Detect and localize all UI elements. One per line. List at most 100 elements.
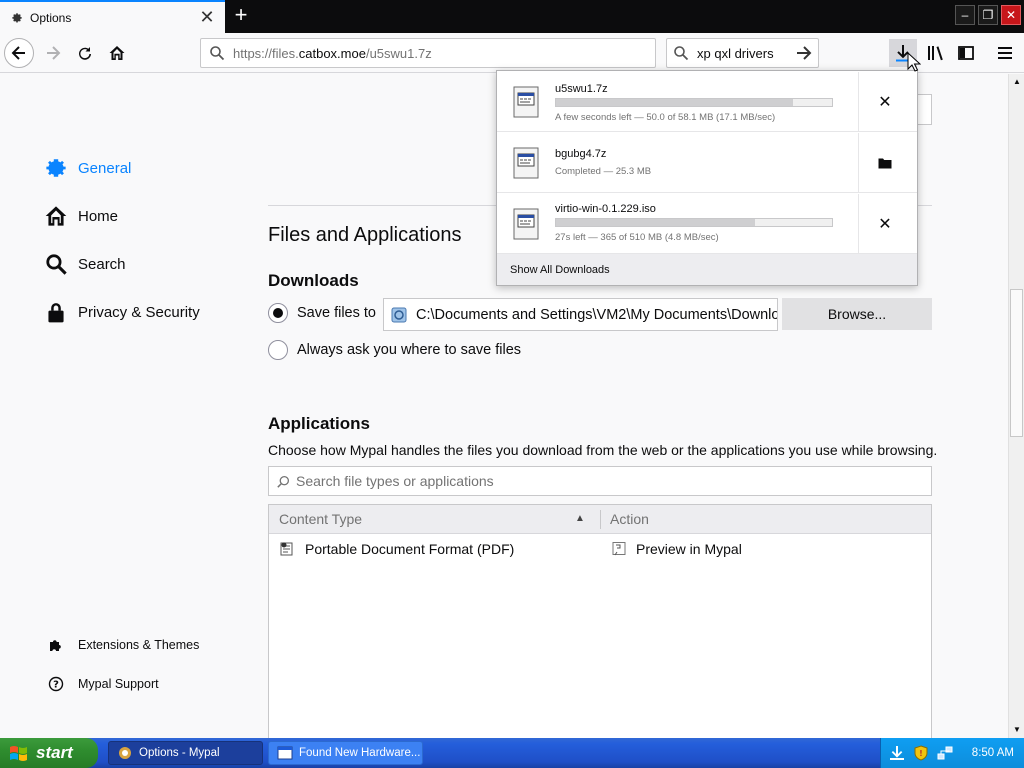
url-prefix: https://files. <box>233 45 299 61</box>
svg-text:!: ! <box>919 749 923 758</box>
tab-options[interactable]: Options ✕ <box>0 0 225 33</box>
tab-title: Options <box>30 10 72 25</box>
column-divider <box>600 510 601 529</box>
download-filename: u5swu1.7z <box>555 83 608 95</box>
window-close-button[interactable]: ✕ <box>1001 5 1021 25</box>
mypal-support-link[interactable]: ? Mypal Support <box>47 675 159 693</box>
home-icon <box>109 46 125 60</box>
new-tab-button[interactable]: + <box>229 4 253 28</box>
scroll-down-arrow-icon[interactable]: ▼ <box>1009 722 1024 738</box>
mouse-cursor-icon <box>907 52 921 72</box>
scroll-thumb[interactable] <box>1010 289 1023 437</box>
taskbar: start Options - Mypal Found New Hardware… <box>0 738 1024 768</box>
section-heading-files: Files and Applications <box>268 224 462 246</box>
windows-logo-icon <box>10 746 27 761</box>
column-action[interactable]: Action <box>610 511 649 527</box>
home-icon <box>44 204 68 228</box>
category-search[interactable]: Search <box>44 252 126 276</box>
download-status: 27s left — 365 of 510 MB (4.8 MB/sec) <box>555 232 719 243</box>
item-divider <box>858 133 859 193</box>
extensions-themes-link[interactable]: Extensions & Themes <box>47 636 199 654</box>
progress-fill <box>556 99 794 106</box>
download-filename: bgubg4.7z <box>555 148 607 160</box>
cancel-download-icon[interactable]: ✕ <box>875 92 895 112</box>
content-scrollbar[interactable]: ▲ ▼ <box>1008 74 1024 738</box>
search-icon <box>44 252 68 276</box>
category-privacy[interactable]: Privacy & Security <box>44 300 200 324</box>
sidebar-icon <box>958 46 974 60</box>
open-folder-icon[interactable] <box>875 153 895 173</box>
url-path: /u5swu1.7z <box>365 45 432 61</box>
downloads-panel: u5swu1.7z A few seconds left — 50.0 of 5… <box>496 70 918 286</box>
search-icon <box>674 46 689 61</box>
menu-button[interactable] <box>990 38 1020 68</box>
sidebar-toggle-button[interactable] <box>951 38 981 68</box>
file-icon <box>513 147 539 179</box>
footer-label: Extensions & Themes <box>78 638 200 652</box>
mypal-app-icon <box>119 747 131 759</box>
table-header: Content Type ▲ Action <box>269 505 931 534</box>
home-button[interactable] <box>102 38 132 68</box>
forward-button[interactable] <box>38 38 68 68</box>
search-bar[interactable]: xp qxl drivers <box>666 38 819 68</box>
url-host: catbox.moe <box>298 45 366 61</box>
sort-ascending-icon: ▲ <box>575 513 585 524</box>
pdf-type-icon <box>280 542 293 556</box>
download-item[interactable]: bgubg4.7z Completed — 25.3 MB <box>497 133 917 193</box>
go-arrow-icon <box>797 46 812 60</box>
scroll-up-arrow-icon[interactable]: ▲ <box>1009 74 1024 90</box>
file-icon <box>513 86 539 118</box>
start-button[interactable]: start <box>0 738 98 768</box>
download-item[interactable]: u5swu1.7z A few seconds left — 50.0 of 5… <box>497 72 917 132</box>
library-button[interactable] <box>921 38 951 68</box>
always-ask-label[interactable]: Always ask you where to save files <box>297 342 521 358</box>
puzzle-icon <box>47 636 65 654</box>
downloads-heading: Downloads <box>268 271 359 290</box>
table-row[interactable]: Portable Document Format (PDF) Preview i… <box>269 534 931 566</box>
library-icon <box>928 46 943 61</box>
download-item[interactable]: virtio-win-0.1.229.iso 27s left — 365 of… <box>497 194 917 254</box>
applications-heading: Applications <box>268 414 371 433</box>
column-content-type[interactable]: Content Type <box>279 511 362 527</box>
task-label: Found New Hardware... <box>299 747 421 759</box>
url-bar[interactable]: https://files. catbox.moe/u5swu1.7z <box>200 38 656 68</box>
category-general[interactable]: General <box>44 156 131 180</box>
app-search-input[interactable]: Search file types or applications <box>268 466 932 496</box>
download-progress-bar <box>555 218 833 227</box>
download-filename: virtio-win-0.1.229.iso <box>555 203 656 215</box>
item-divider <box>858 194 859 254</box>
taskbar-item-found-hardware[interactable]: Found New Hardware... <box>268 741 423 765</box>
save-files-radio[interactable] <box>268 303 288 323</box>
window-app-icon <box>277 746 293 760</box>
save-files-label[interactable]: Save files to <box>297 305 376 321</box>
back-button[interactable] <box>4 38 34 68</box>
navigation-toolbar: https://files. catbox.moe/u5swu1.7z xp qx… <box>0 33 1024 73</box>
app-search-placeholder: Search file types or applications <box>296 473 494 489</box>
download-status: Completed — 25.3 MB <box>555 166 652 177</box>
file-icon <box>513 208 539 240</box>
download-status: A few seconds left — 50.0 of 58.1 MB (17… <box>555 112 776 123</box>
show-all-downloads-button[interactable]: Show All Downloads <box>497 254 917 285</box>
restore-button[interactable]: ❐ <box>978 5 998 25</box>
browse-button[interactable]: Browse... <box>782 298 932 330</box>
taskbar-item-options[interactable]: Options - Mypal <box>108 741 263 765</box>
svg-text:?: ? <box>53 680 59 691</box>
task-label: Options - Mypal <box>139 747 220 759</box>
cancel-download-icon[interactable]: ✕ <box>875 214 895 234</box>
search-icon <box>210 46 225 61</box>
progress-fill <box>556 219 755 226</box>
always-ask-radio[interactable] <box>268 340 288 360</box>
download-folder-field[interactable]: C:\Documents and Settings\VM2\My Documen… <box>383 298 778 331</box>
item-divider <box>858 72 859 132</box>
category-home[interactable]: Home <box>44 204 118 228</box>
lock-icon <box>44 300 68 324</box>
close-tab-button[interactable]: ✕ <box>195 7 219 28</box>
search-value: xp qxl drivers <box>697 45 774 61</box>
help-icon: ? <box>47 675 65 693</box>
tab-strip: Options ✕ + – ❐ ✕ <box>0 0 1024 33</box>
forward-arrow-icon <box>47 46 61 60</box>
reload-button[interactable] <box>70 38 100 68</box>
row-action: Preview in Mypal <box>636 541 742 557</box>
applications-description: Choose how Mypal handles the files you d… <box>268 442 938 458</box>
minimize-button[interactable]: – <box>955 5 975 25</box>
